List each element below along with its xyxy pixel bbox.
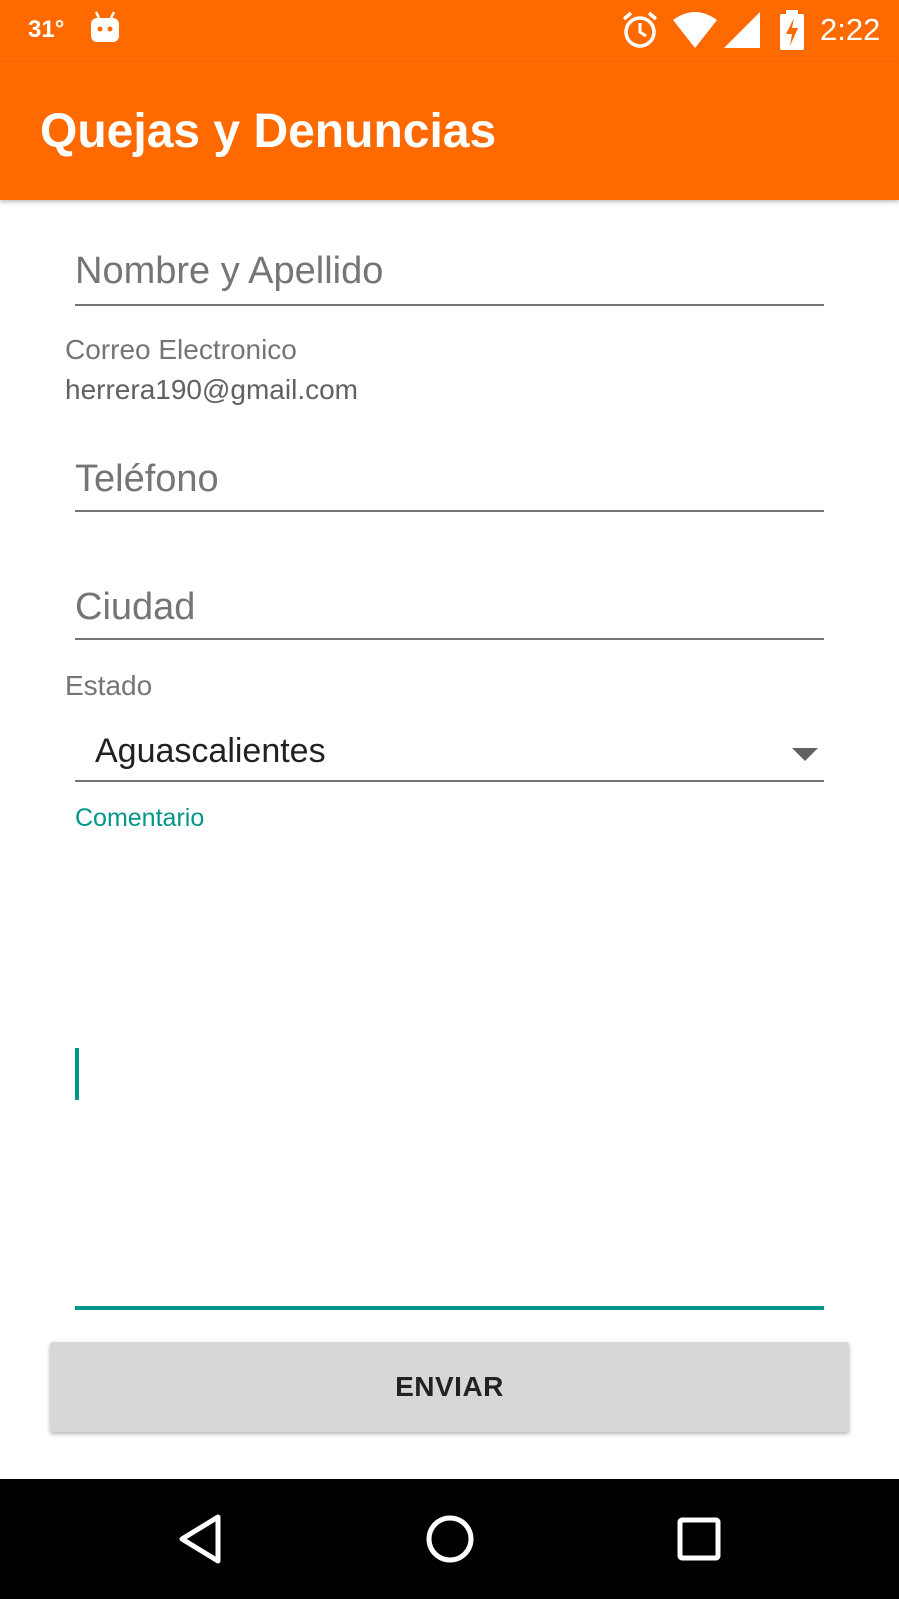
page-title: Quejas y Denuncias [40,105,497,158]
signal-icon [724,12,760,48]
dropdown-arrow-icon [792,748,818,761]
comment-textarea[interactable] [75,840,824,1310]
back-icon[interactable] [172,1509,232,1569]
navigation-bar [0,1479,899,1599]
city-placeholder: Ciudad [75,586,196,628]
state-label: Estado [65,670,153,701]
comment-label: Comentario [75,804,205,832]
clock-text: 2:22 [820,12,881,47]
email-value: herrera190@gmail.com [65,374,358,405]
name-placeholder: Nombre y Apellido [75,250,384,292]
home-icon[interactable] [420,1509,480,1569]
app-bar: Quejas y Denuncias [0,62,899,200]
wifi-icon [673,12,717,48]
temperature-text: 31° [28,16,65,43]
name-input[interactable]: Nombre y Apellido [75,244,824,306]
submit-button[interactable]: ENVIAR [50,1342,849,1432]
email-label: Correo Electronico [65,334,297,365]
android-icon [91,11,119,42]
text-cursor [75,1048,79,1100]
phone-placeholder: Teléfono [75,458,219,500]
alarm-icon [622,11,658,48]
state-dropdown[interactable]: Aguascalientes [75,728,824,782]
battery-charging-icon [780,10,804,50]
state-selected-value: Aguascalientes [95,732,326,770]
recents-icon[interactable] [669,1509,729,1569]
city-input[interactable]: Ciudad [75,582,824,640]
phone-input[interactable]: Teléfono [75,454,824,512]
status-bar: 31° 2:22 [0,0,899,62]
